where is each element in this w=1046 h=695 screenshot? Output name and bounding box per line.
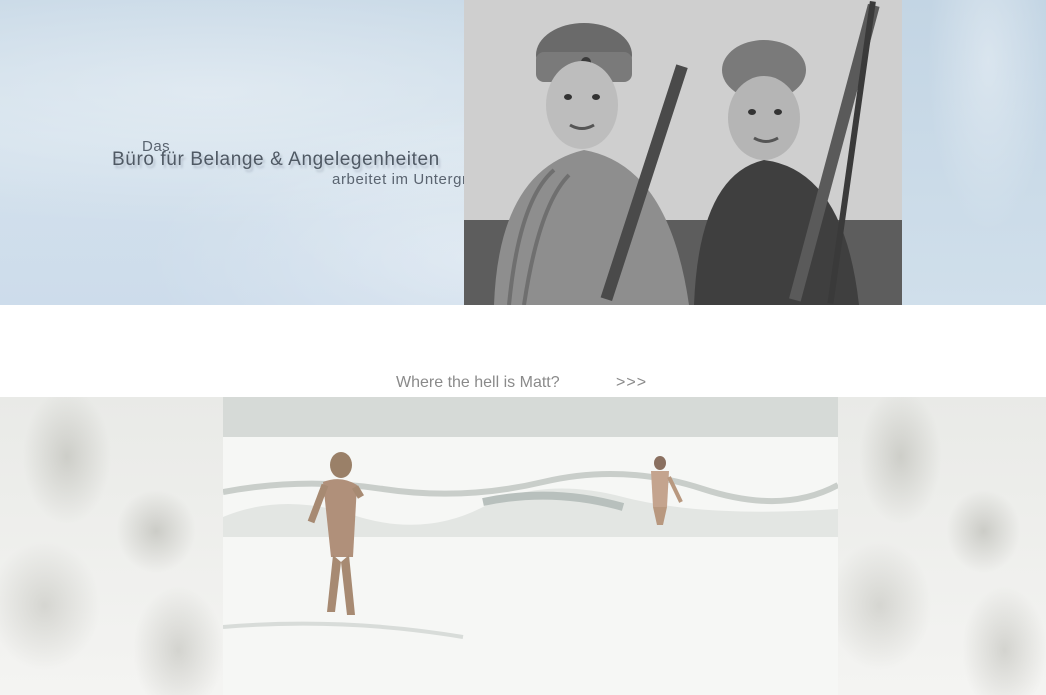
soldiers-photo [464, 0, 902, 305]
water-background-right [902, 0, 1046, 305]
next-arrow-link[interactable]: >>> [616, 374, 647, 392]
where-is-matt-link[interactable]: Where the hell is Matt? [396, 374, 560, 392]
beach-photo [223, 397, 838, 695]
surf-background-right [838, 397, 1046, 695]
page: Das Büro für Belange & Angelegenheiten a… [0, 0, 1046, 695]
title-main: Büro für Belange & Angelegenheiten [112, 149, 440, 170]
surf-background-left [0, 397, 223, 695]
header-banner: Das Büro für Belange & Angelegenheiten a… [0, 0, 1046, 305]
